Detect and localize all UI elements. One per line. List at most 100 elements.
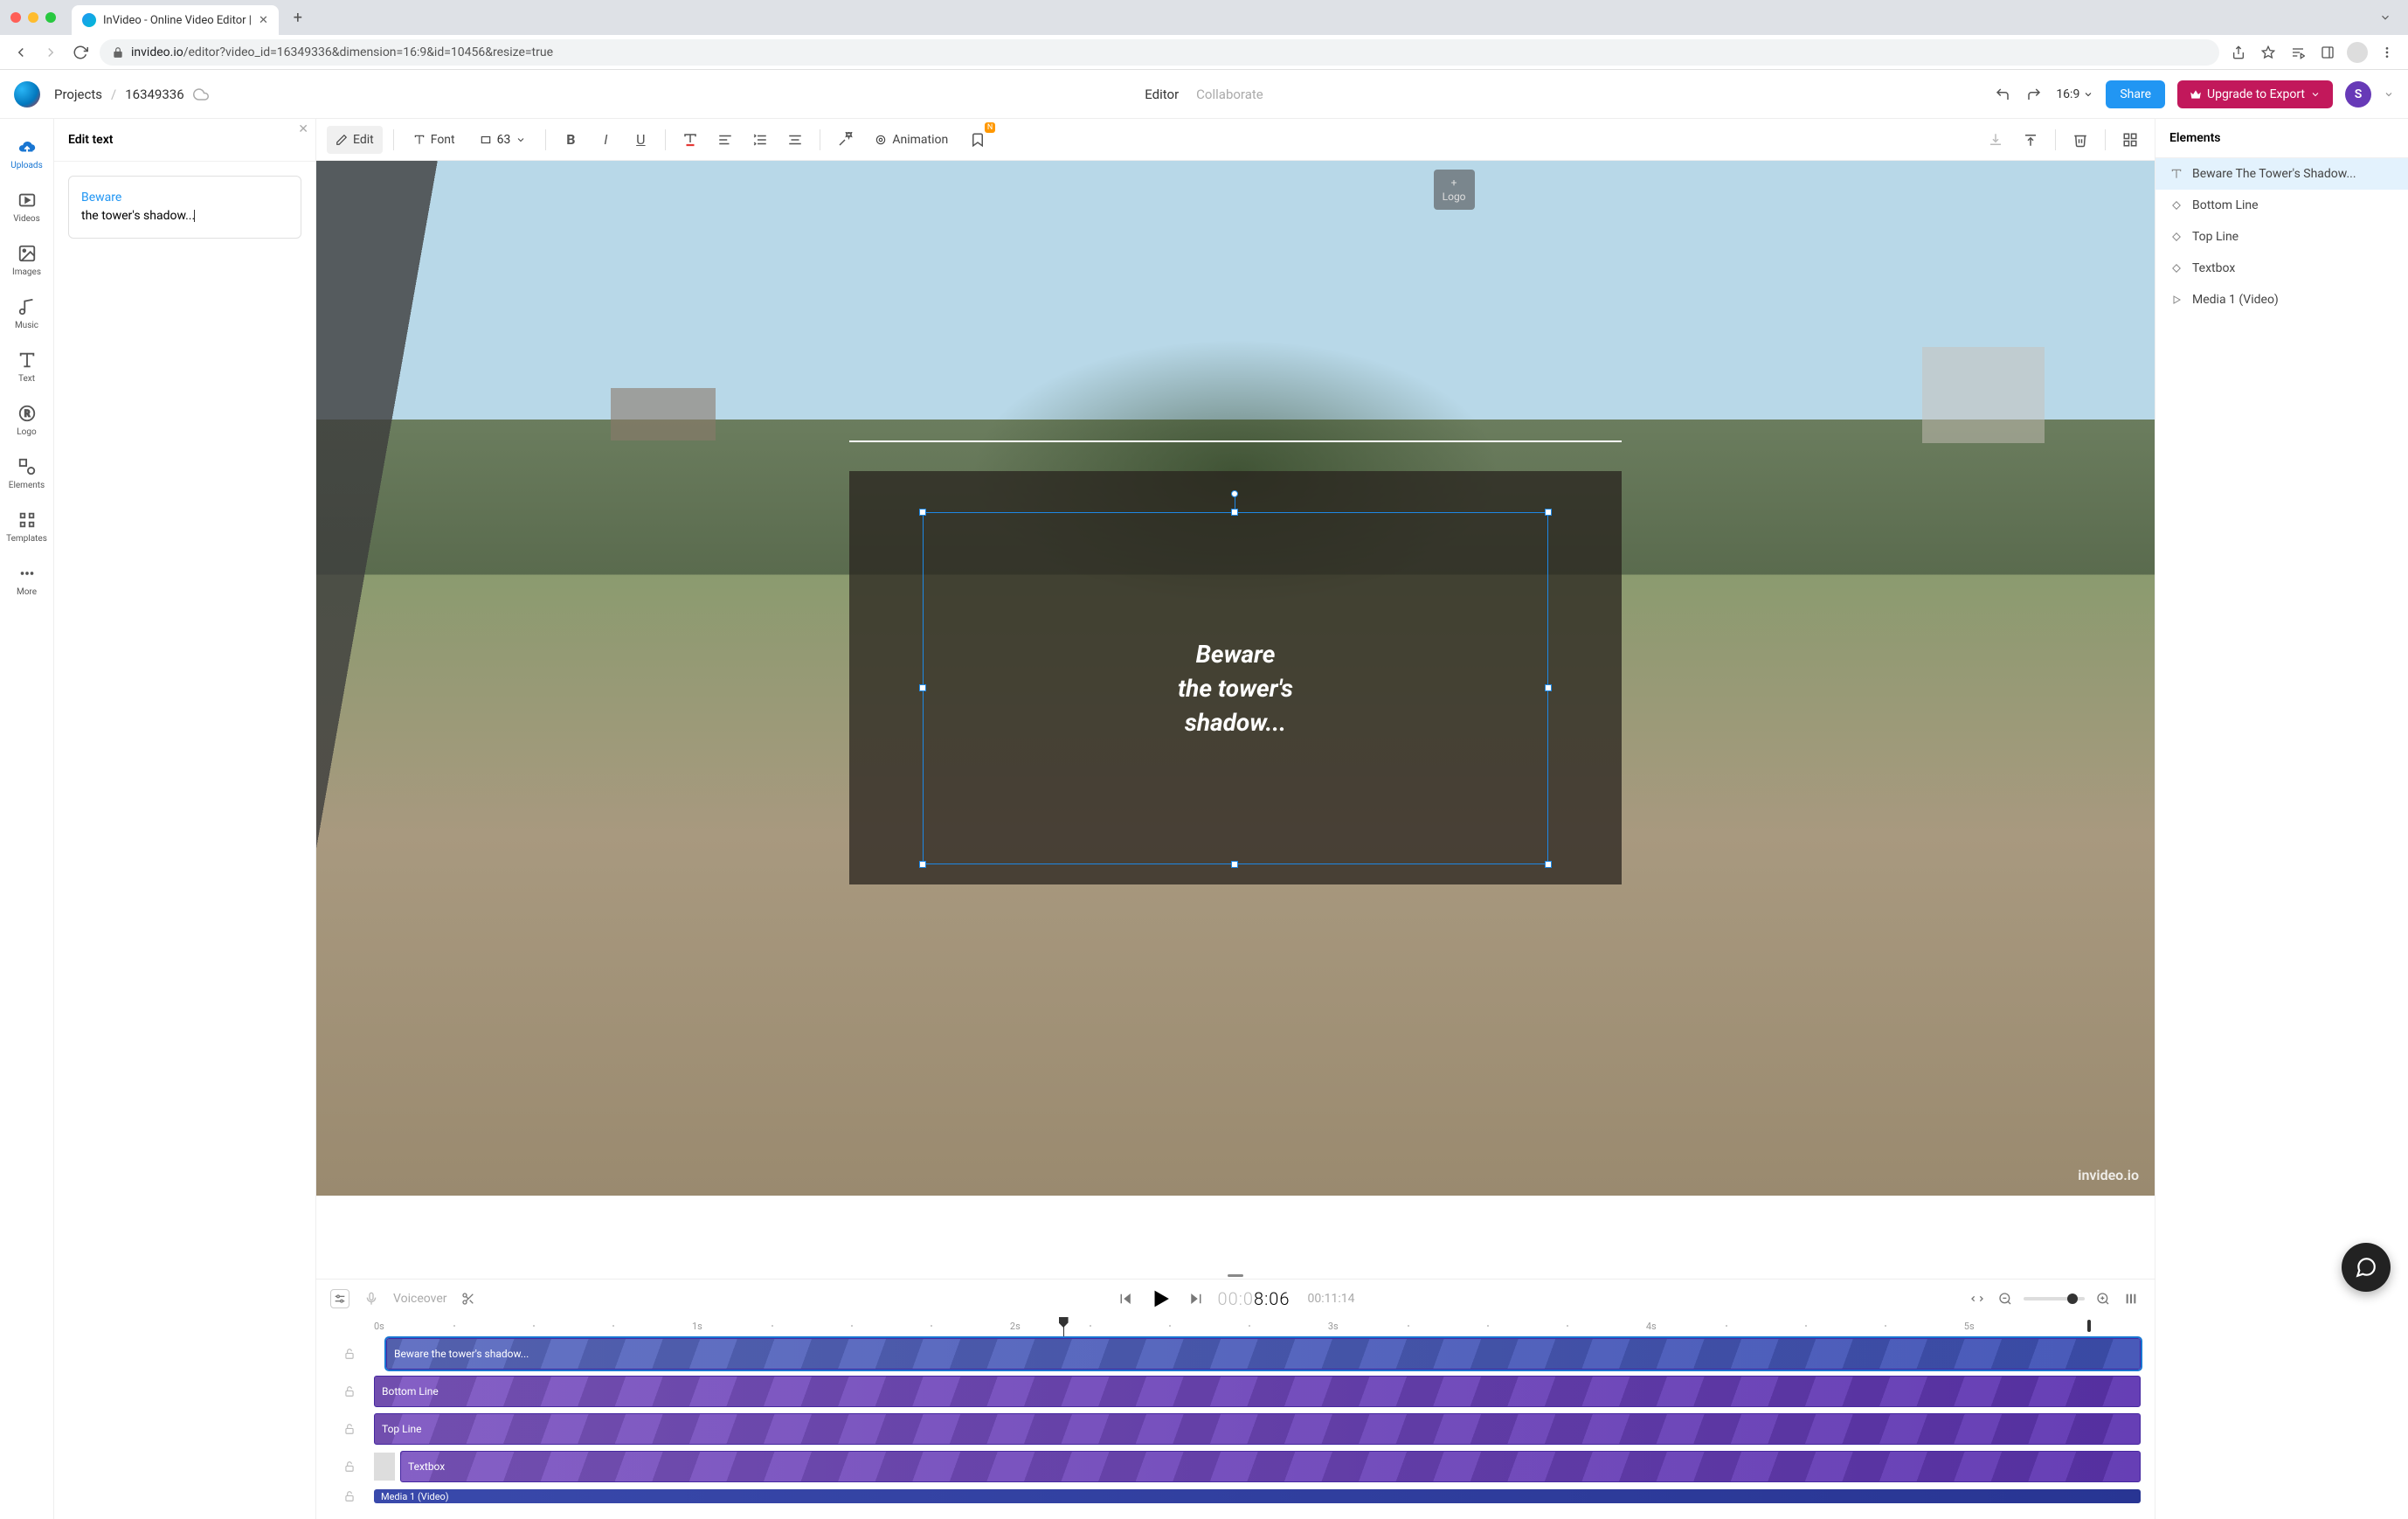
rail-music[interactable]: Music bbox=[0, 289, 53, 337]
more-icon bbox=[17, 563, 38, 584]
close-window[interactable] bbox=[10, 12, 21, 23]
grid-button[interactable] bbox=[2116, 126, 2144, 154]
bookmark-icon[interactable] bbox=[2258, 42, 2279, 63]
timeline-clip-textbox[interactable]: Textbox bbox=[400, 1451, 2141, 1482]
fit-button[interactable] bbox=[1968, 1289, 1987, 1308]
close-tab-icon[interactable]: ✕ bbox=[259, 14, 268, 27]
element-item-textbox[interactable]: Textbox bbox=[2155, 253, 2408, 284]
timeline-resize-handle[interactable] bbox=[316, 1272, 2155, 1279]
tab-collaborate[interactable]: Collaborate bbox=[1196, 87, 1263, 102]
close-panel-icon[interactable]: ✕ bbox=[298, 122, 308, 136]
video-icon bbox=[17, 190, 38, 211]
bold-button[interactable]: B bbox=[557, 126, 585, 154]
minimize-window[interactable] bbox=[28, 12, 38, 23]
forward-button[interactable] bbox=[40, 42, 61, 63]
align-left-button[interactable] bbox=[711, 126, 739, 154]
video-id: 16349336 bbox=[125, 87, 183, 102]
add-logo-placeholder[interactable]: + Logo bbox=[1434, 170, 1475, 210]
maximize-window[interactable] bbox=[45, 12, 56, 23]
element-item-text[interactable]: Beware The Tower's Shadow... bbox=[2155, 158, 2408, 190]
tab-editor[interactable]: Editor bbox=[1145, 87, 1179, 102]
browser-menu-icon[interactable] bbox=[2377, 42, 2398, 63]
rail-images[interactable]: Images bbox=[0, 236, 53, 284]
edit-text-card[interactable]: Beware the tower's shadow... bbox=[68, 176, 301, 239]
video-frame[interactable]: + Logo bbox=[316, 161, 2155, 1196]
text-color-button[interactable] bbox=[676, 126, 704, 154]
layer-down-button[interactable] bbox=[1982, 126, 2010, 154]
font-dropdown[interactable]: Font bbox=[405, 126, 464, 154]
voiceover-label[interactable]: Voiceover bbox=[393, 1292, 446, 1306]
text-icon bbox=[2169, 167, 2183, 181]
track-lock-icon[interactable] bbox=[330, 1490, 369, 1502]
element-item-media[interactable]: Media 1 (Video) bbox=[2155, 284, 2408, 316]
size-icon bbox=[480, 134, 492, 146]
rail-text[interactable]: Text bbox=[0, 343, 53, 391]
timeline-clip-bottom-line[interactable]: Bottom Line bbox=[374, 1376, 2141, 1407]
track-lock-icon[interactable] bbox=[330, 1460, 369, 1473]
rail-elements[interactable]: Elements bbox=[0, 449, 53, 497]
prev-button[interactable] bbox=[1117, 1289, 1136, 1308]
line-spacing-button[interactable] bbox=[746, 126, 774, 154]
profile-avatar[interactable] bbox=[2347, 42, 2368, 63]
track-lock-icon[interactable] bbox=[330, 1423, 369, 1435]
reload-button[interactable] bbox=[70, 42, 91, 63]
zoom-in-button[interactable] bbox=[2093, 1289, 2113, 1308]
undo-button[interactable] bbox=[1993, 85, 2012, 104]
track-lock-icon[interactable] bbox=[330, 1385, 369, 1398]
text-highlight: Beware bbox=[81, 191, 121, 205]
address-bar[interactable]: invideo.io/editor?video_id=16349336&dime… bbox=[100, 39, 2219, 66]
next-button[interactable] bbox=[1187, 1289, 1206, 1308]
zoom-out-button[interactable] bbox=[1996, 1289, 2015, 1308]
element-item-bottom-line[interactable]: Bottom Line bbox=[2155, 190, 2408, 221]
rail-videos[interactable]: Videos bbox=[0, 183, 53, 231]
text-selection-box[interactable]: Beware the tower's shadow... bbox=[923, 512, 1547, 864]
projects-link[interactable]: Projects bbox=[54, 87, 102, 102]
rail-more[interactable]: More bbox=[0, 556, 53, 604]
magic-button[interactable] bbox=[831, 126, 859, 154]
rail-logo[interactable]: R Logo bbox=[0, 396, 53, 444]
element-item-top-line[interactable]: Top Line bbox=[2155, 221, 2408, 253]
share-icon[interactable] bbox=[2228, 42, 2249, 63]
timeline-clip-text[interactable]: Beware the tower's shadow... bbox=[386, 1338, 2141, 1370]
app-logo-icon[interactable] bbox=[14, 81, 40, 108]
user-menu-chevron-icon[interactable] bbox=[2384, 89, 2394, 100]
tabs-overflow-icon[interactable] bbox=[2373, 5, 2398, 30]
playlist-icon[interactable] bbox=[2287, 42, 2308, 63]
track-lock-icon[interactable] bbox=[330, 1348, 369, 1360]
user-avatar[interactable]: S bbox=[2345, 81, 2371, 108]
settings-toggle-icon[interactable] bbox=[330, 1289, 349, 1308]
top-line-element[interactable] bbox=[849, 440, 1622, 442]
animation-button[interactable]: Animation bbox=[866, 126, 957, 154]
browser-tab[interactable]: InVideo - Online Video Editor | ✕ bbox=[72, 5, 279, 35]
chat-fab[interactable] bbox=[2342, 1243, 2391, 1292]
panel-icon[interactable] bbox=[2317, 42, 2338, 63]
redo-button[interactable] bbox=[2024, 85, 2044, 104]
elements-panel-title: Elements bbox=[2155, 119, 2408, 158]
layer-up-button[interactable] bbox=[2017, 126, 2045, 154]
aspect-ratio-dropdown[interactable]: 16:9 bbox=[2056, 87, 2093, 101]
mic-icon[interactable] bbox=[362, 1289, 381, 1308]
timeline-options-icon[interactable] bbox=[2121, 1289, 2141, 1308]
overlay-text[interactable]: Beware the tower's shadow... bbox=[924, 513, 1547, 863]
play-button[interactable] bbox=[1148, 1286, 1174, 1312]
font-size-dropdown[interactable]: 63 bbox=[471, 126, 536, 154]
bookmark-new-button[interactable] bbox=[964, 126, 992, 154]
timeline-clip-top-line[interactable]: Top Line bbox=[374, 1413, 2141, 1445]
rail-templates[interactable]: Templates bbox=[0, 503, 53, 551]
share-button[interactable]: Share bbox=[2106, 80, 2165, 108]
timeline-ruler[interactable]: 0s 1s 2s 3s 4s 5s bbox=[374, 1317, 2141, 1336]
back-button[interactable] bbox=[10, 42, 31, 63]
new-tab-button[interactable]: + bbox=[286, 5, 310, 30]
timeline-clip-media[interactable]: Media 1 (Video) bbox=[374, 1489, 2141, 1503]
cut-button[interactable] bbox=[459, 1289, 478, 1308]
underline-button[interactable]: U bbox=[626, 126, 654, 154]
edit-mode-button[interactable]: Edit bbox=[327, 126, 383, 154]
playhead[interactable] bbox=[1063, 1317, 1064, 1336]
upgrade-export-button[interactable]: Upgrade to Export bbox=[2177, 80, 2333, 108]
delete-button[interactable] bbox=[2066, 126, 2094, 154]
zoom-slider[interactable] bbox=[2024, 1297, 2085, 1301]
rail-uploads[interactable]: Uploads bbox=[0, 129, 53, 177]
italic-button[interactable]: I bbox=[592, 126, 619, 154]
end-marker[interactable] bbox=[2087, 1320, 2091, 1332]
align-center-button[interactable] bbox=[781, 126, 809, 154]
